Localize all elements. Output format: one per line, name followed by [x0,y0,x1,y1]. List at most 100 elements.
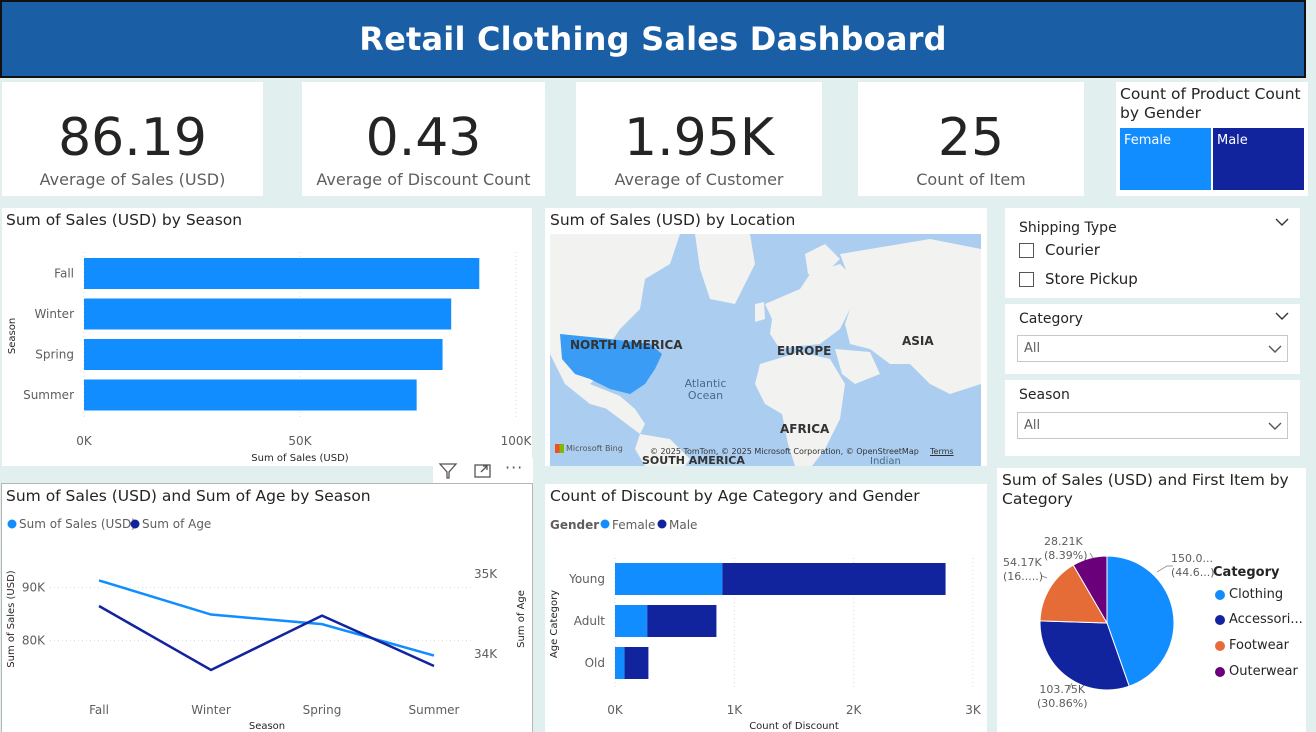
discount-chart-card[interactable]: Count of Discount by Age Category and Ge… [545,484,987,732]
map-terms-link[interactable]: Terms [930,447,954,456]
pie-legend-title: Category [1213,565,1280,580]
y-tick-label: Young [568,572,605,586]
y-tick-label: Old [585,656,605,670]
x-tick-label: 3K [965,703,982,717]
bar [84,258,480,289]
kpi-value: 86.19 [58,108,207,168]
x-tick-label: Spring [303,703,342,717]
x-axis-label: Sum of Sales (USD) [251,453,348,464]
x-tick-label: 0K [76,434,93,448]
kpi-card-avg-customer[interactable]: 1.95K Average of Customer [576,82,822,196]
checkbox-icon[interactable] [1019,271,1034,287]
legend-dot-icon [600,519,610,529]
legend-dot-icon [1215,589,1225,600]
filter-icon[interactable] [438,462,458,480]
map-label-north-america: NORTH AMERICA [570,338,683,352]
kpi-value: 0.43 [365,108,482,168]
season-slicer[interactable]: Season All [1005,380,1300,456]
kpi-label: Average of Discount Count [316,170,531,189]
legend-dot-icon [1215,640,1225,651]
bar-female [615,563,723,595]
map-card[interactable]: Sum of Sales (USD) by Location NORTH AME… [545,208,987,466]
chevron-down-icon[interactable] [1275,217,1289,227]
chevron-down-icon[interactable] [1268,344,1282,354]
chevron-down-icon[interactable] [1268,421,1282,431]
kpi-value: 1.95K [624,108,774,168]
pie-data-label: 54.17K (16.....) [1003,556,1044,583]
legend-dot-icon [1215,666,1225,677]
more-options-icon[interactable]: ··· [505,458,523,477]
microsoft-logo-icon [555,444,564,453]
pie-data-label: 103.75K (30.86%) [1037,683,1088,710]
checkbox-courier[interactable]: Courier [1019,241,1100,259]
season-bar-chart-card[interactable]: Sum of Sales (USD) by Season 0K 50K 100K Fa… [2,208,532,466]
bar-male [722,563,946,595]
bar-male [647,605,717,637]
pie-chart-card[interactable]: Sum of Sales (USD) and First Item by Cat… [997,468,1306,732]
category-slicer[interactable]: Category All [1005,304,1300,374]
pie-legend-item[interactable]: Clothing [1215,587,1283,602]
right-tick-label: 34K [474,647,498,661]
y-tick-label: Fall [54,267,74,281]
bar [84,379,417,411]
x-tick-label: 0K [607,703,624,717]
pie-data-label: 28.21K (8.39%) [1044,535,1088,562]
category-dropdown[interactable]: All [1017,335,1288,362]
checkbox-icon[interactable] [1019,242,1034,258]
line-chart-card[interactable]: Sum of Sales (USD) and Sum of Age by Sea… [1,483,533,732]
kpi-card-avg-discount[interactable]: 0.43 Average of Discount Count [302,82,545,196]
map-label-ocean: Atlantic Ocean [684,377,727,402]
x-axis-label: Count of Discount [749,721,839,732]
bar [84,339,443,370]
y-axis-label: Season [7,318,18,354]
x-tick-label: 2K [846,703,863,717]
y-tick-label: Adult [574,614,606,628]
slicer-title: Category [1019,311,1083,327]
right-axis-label: Sum of Age [516,590,527,648]
kpi-value: 25 [937,108,1005,168]
x-tick-label: 100K [501,434,532,448]
bar [84,298,452,330]
legend-label: Footwear [1229,638,1289,653]
x-tick-label: Summer [409,703,460,717]
kpi-card-count-item[interactable]: 25 Count of Item [858,82,1084,196]
left-axis-label: Sum of Sales (USD) [6,570,17,667]
legend-label: Male [669,518,697,532]
legend-dot-icon [657,519,667,529]
pie-legend-item[interactable]: Footwear [1215,638,1289,653]
chart-title: Sum of Sales (USD) by Location [550,211,796,229]
pie-legend-item[interactable]: Accessori... [1215,612,1303,627]
kpi-card-avg-sales[interactable]: 86.19 Average of Sales (USD) [2,82,263,196]
legend-label: Sum of Sales (USD) [19,517,136,531]
series-line-age [98,604,435,672]
kpi-label: Average of Sales (USD) [39,170,226,189]
treemap-tile-label: Male [1217,133,1248,148]
x-axis-label: Season [249,721,285,732]
treemap-tile-female[interactable]: Female [1120,128,1211,190]
chevron-down-icon[interactable] [1275,311,1289,321]
map-attribution: © 2025 TomTom, © 2025 Microsoft Corporat… [650,447,919,456]
slicer-title: Shipping Type [1019,220,1117,236]
map-label-indian: Indian [870,456,901,466]
bar-female [615,647,625,679]
visual-header-toolbar: ··· [433,458,533,484]
left-tick-label: 90K [22,580,46,594]
left-tick-label: 80K [22,634,46,648]
map-canvas[interactable]: NORTH AMERICA EUROPE ASIA AFRICA SOUTH A… [550,234,981,466]
x-tick-label: Winter [191,703,231,717]
x-tick-label: 50K [288,434,312,448]
map-label-europe: EUROPE [777,344,832,358]
dashboard-title: Retail Clothing Sales Dashboard [359,20,947,58]
gender-treemap-card[interactable]: Count of Product Count by Gender Female … [1116,82,1308,196]
season-dropdown[interactable]: All [1017,412,1288,439]
treemap-tile-male[interactable]: Male [1213,128,1304,190]
x-tick-label: 1K [727,703,744,717]
treemap-tile-label: Female [1124,133,1172,148]
legend-label: Sum of Age [142,517,211,531]
dropdown-value: All [1024,418,1041,433]
pie-legend-item[interactable]: Outerwear [1215,664,1298,679]
y-tick-label: Summer [23,388,74,402]
checkbox-store-pickup[interactable]: Store Pickup [1019,270,1138,288]
shipping-type-slicer[interactable]: Shipping Type Courier Store Pickup [1005,208,1300,298]
focus-mode-icon[interactable] [473,462,493,480]
